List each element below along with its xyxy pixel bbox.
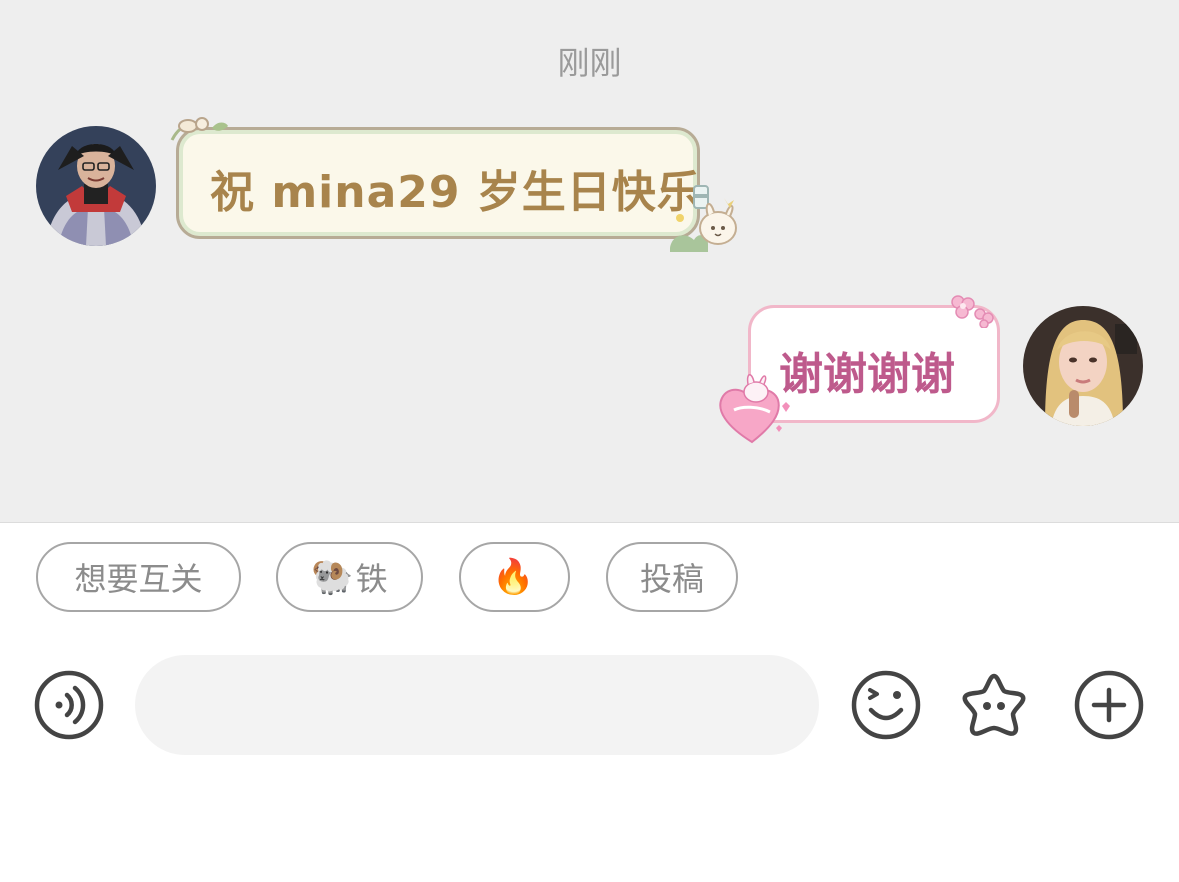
message-input[interactable] xyxy=(135,655,819,755)
plus-icon xyxy=(1074,670,1144,740)
message-timestamp: 刚刚 xyxy=(557,44,622,82)
voice-icon xyxy=(34,670,104,740)
bubble-bunny-decoration xyxy=(670,185,737,252)
quick-reply-chip[interactable]: 投稿 xyxy=(606,542,738,612)
heart-gift-decoration xyxy=(719,374,790,444)
quick-reply-label: 想要互关 xyxy=(74,560,203,598)
outgoing-message-text: 谢谢谢谢 xyxy=(779,349,955,400)
quick-reply-chip[interactable]: 🔥 xyxy=(459,542,570,612)
sticker-button[interactable] xyxy=(959,670,1029,740)
bubble-leaf-decoration xyxy=(170,117,228,141)
more-options-button[interactable] xyxy=(1074,670,1144,740)
quick-reply-label: 铁 xyxy=(355,560,388,598)
quick-reply-chip[interactable]: 🐏 铁 xyxy=(276,542,423,612)
my-avatar[interactable] xyxy=(1023,306,1143,426)
chat-divider xyxy=(0,522,1179,523)
voice-input-button[interactable] xyxy=(34,670,104,740)
fire-emoji-icon: 🔥 xyxy=(492,557,535,597)
sheep-emoji-icon: 🐏 xyxy=(311,557,354,597)
emoji-face-icon xyxy=(851,670,921,740)
quick-reply-chip[interactable]: 想要互关 xyxy=(36,542,241,612)
emoji-button[interactable] xyxy=(851,670,921,740)
sender-avatar[interactable] xyxy=(36,126,156,246)
star-sticker-icon xyxy=(962,673,1026,736)
incoming-message-text: 祝 mina29 岁生日快乐 xyxy=(210,167,702,218)
quick-reply-label: 投稿 xyxy=(639,560,704,598)
bubble-flower-decoration xyxy=(951,295,994,328)
